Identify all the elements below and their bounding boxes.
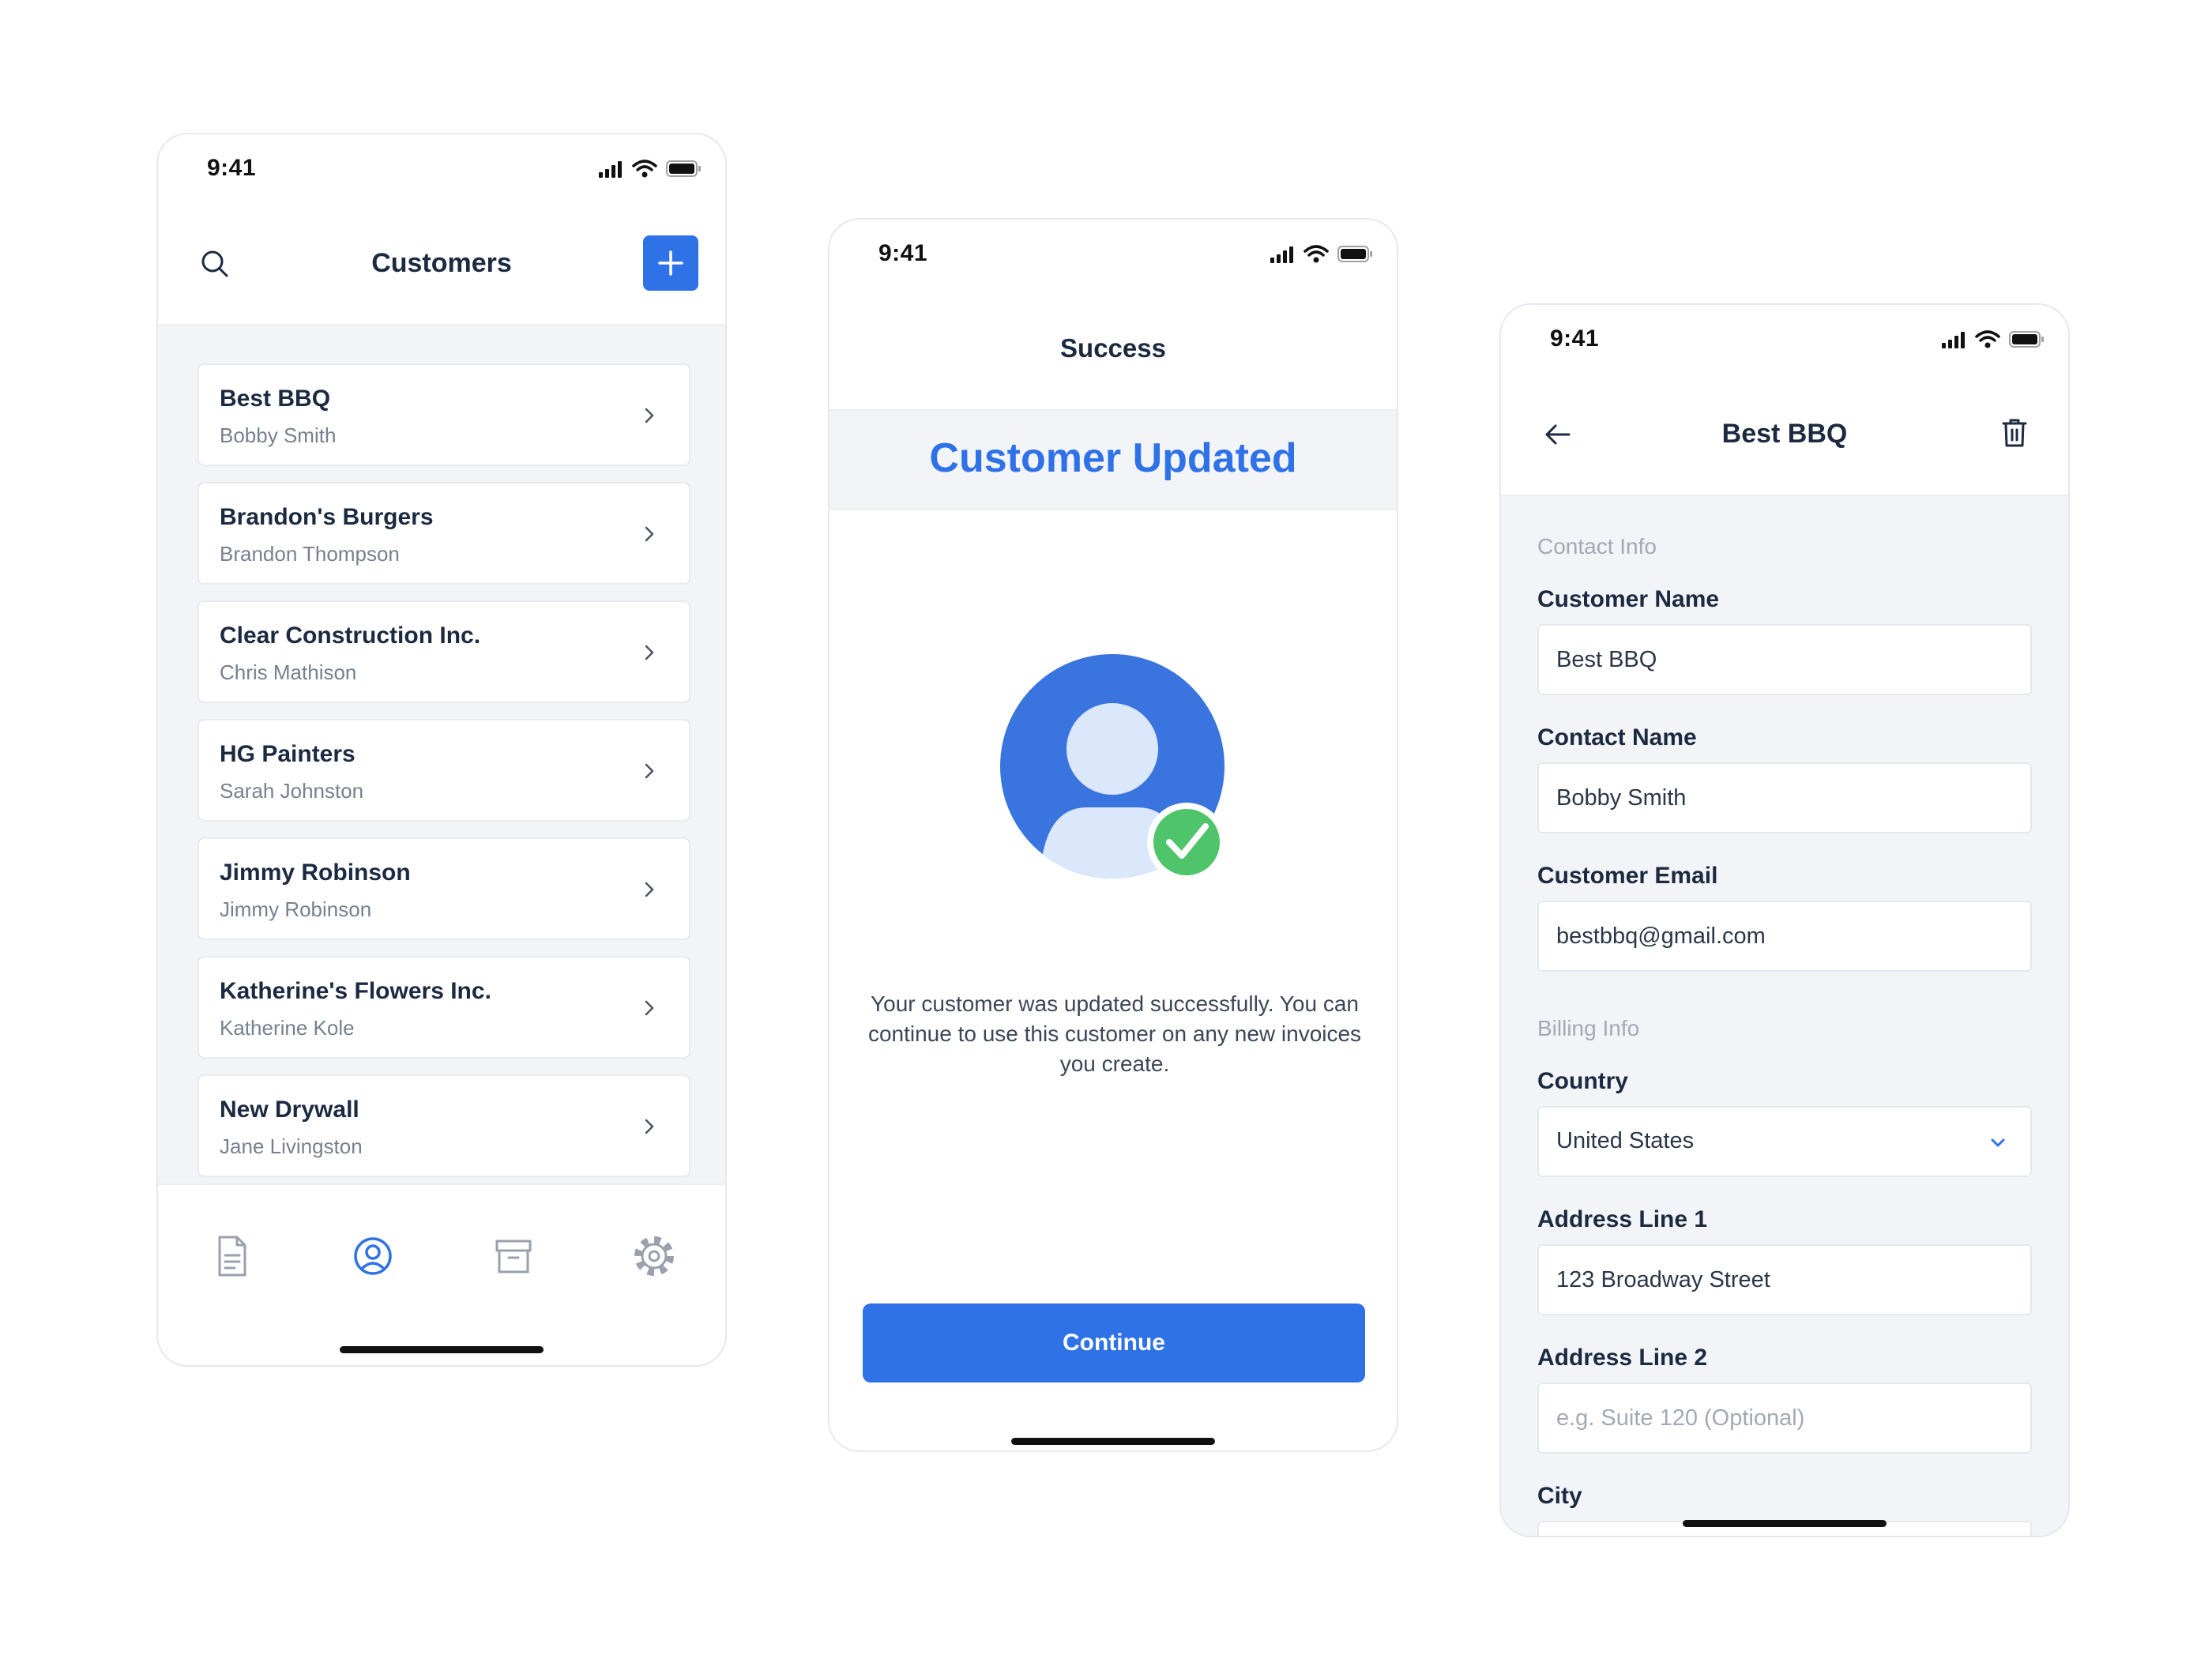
customer-contact: Jane Livingston <box>220 1134 363 1158</box>
page-title: Best BBQ <box>1721 419 1848 449</box>
status-icons <box>1942 330 2044 348</box>
page-title: Success <box>1060 333 1166 363</box>
customer-name-field[interactable] <box>1537 624 2032 695</box>
customer-contact: Chris Mathison <box>220 660 357 684</box>
customer-list: Best BBQ Bobby Smith Brandon's Burgers B… <box>198 363 690 1193</box>
address-line-1-field[interactable] <box>1537 1244 2032 1315</box>
customers-phone-screen: 9:41 Customers Best BBQ Bobby Smith Bran… <box>156 133 727 1367</box>
contact-name-label: Contact Name <box>1537 724 1697 750</box>
customer-list-item[interactable]: New Drywall Jane Livingston <box>198 1074 690 1177</box>
chevron-right-icon <box>645 763 654 779</box>
status-bar: 9:41 <box>830 220 1397 291</box>
banner-heading: Customer Updated <box>929 435 1297 481</box>
customer-list-item[interactable]: Katherine's Flowers Inc. Katherine Kole <box>198 956 690 1059</box>
page-title: Customers <box>371 248 512 278</box>
customer-name-label: Customer Name <box>1537 586 1720 612</box>
customer-name: HG Painters <box>220 741 356 767</box>
address-line-1-label: Address Line 1 <box>1537 1206 1708 1232</box>
status-bar: 9:41 <box>158 134 725 205</box>
contact-name-field[interactable] <box>1537 762 2032 833</box>
customer-contact: Bobby Smith <box>220 423 337 447</box>
country-selected-value: United States <box>1556 1128 1695 1153</box>
success-message: Your customer was updated successfully. … <box>867 991 1362 1076</box>
customer-contact: Brandon Thompson <box>220 542 400 566</box>
customer-contact: Katherine Kole <box>220 1016 355 1040</box>
home-indicator <box>1683 1520 1887 1527</box>
home-indicator <box>340 1346 544 1353</box>
chevron-right-icon <box>645 408 654 423</box>
customer-name: Katherine's Flowers Inc. <box>220 978 491 1004</box>
status-time: 9:41 <box>878 240 928 266</box>
success-body: Your customer was updated successfully. … <box>830 510 1397 1450</box>
country-label: Country <box>1537 1068 1628 1094</box>
city-label: City <box>1537 1483 1582 1509</box>
customer-name: Brandon's Burgers <box>220 504 434 530</box>
success-banner: Customer Updated <box>830 411 1397 510</box>
status-time: 9:41 <box>207 155 257 181</box>
customer-list-item[interactable]: Jimmy Robinson Jimmy Robinson <box>198 837 690 940</box>
chevron-right-icon <box>645 1000 654 1016</box>
status-icons <box>1270 245 1372 263</box>
status-time: 9:41 <box>1550 325 1600 352</box>
customer-email-label: Customer Email <box>1537 863 1718 889</box>
edit-header: 9:41 Best BBQ <box>1501 305 2068 496</box>
archive-icon[interactable] <box>488 1231 539 1281</box>
gear-icon[interactable] <box>629 1231 679 1281</box>
continue-button[interactable]: Continue <box>863 1304 1365 1382</box>
customers-header: 9:41 Customers <box>158 134 725 325</box>
customer-name: Best BBQ <box>220 386 331 412</box>
user-circle-icon[interactable] <box>348 1231 398 1281</box>
chevron-right-icon <box>645 882 654 897</box>
success-header: 9:41 Success <box>830 220 1397 411</box>
success-phone-screen: 9:41 Success Customer Updated Your custo… <box>828 218 1398 1452</box>
chevron-right-icon <box>645 1119 654 1134</box>
chevron-right-icon <box>645 526 654 542</box>
trash-icon[interactable] <box>1997 416 2032 450</box>
status-bar: 9:41 <box>1501 305 2068 376</box>
country-select[interactable]: United States <box>1537 1106 2032 1177</box>
chevron-down-icon <box>1991 1138 2005 1147</box>
customer-list-item[interactable]: Clear Construction Inc. Chris Mathison <box>198 600 690 703</box>
customer-contact: Jimmy Robinson <box>220 897 372 921</box>
customer-list-item[interactable]: Brandon's Burgers Brandon Thompson <box>198 482 690 585</box>
status-icons <box>599 160 701 178</box>
customer-name: Jimmy Robinson <box>220 860 411 886</box>
chevron-right-icon <box>645 645 654 660</box>
customer-email-field[interactable] <box>1537 901 2032 972</box>
customer-list-item[interactable]: Best BBQ Bobby Smith <box>198 363 690 466</box>
billing-info-section-label: Billing Info <box>1537 1016 1640 1040</box>
customer-contact: Sarah Johnston <box>220 779 364 803</box>
add-customer-button[interactable] <box>643 235 698 291</box>
user-avatar-icon <box>1000 654 1226 882</box>
edit-customer-phone-screen: 9:41 Best BBQ Contact Info Customer Name… <box>1499 303 2070 1537</box>
contact-info-section-label: Contact Info <box>1537 534 1657 559</box>
checkmark-circle-icon <box>1147 803 1226 882</box>
bottom-tab-bar <box>158 1183 725 1365</box>
customer-list-item[interactable]: HG Painters Sarah Johnston <box>198 719 690 822</box>
home-indicator <box>1011 1438 1215 1445</box>
plus-icon <box>658 250 683 276</box>
customer-name: New Drywall <box>220 1097 359 1123</box>
document-icon[interactable] <box>207 1231 258 1281</box>
address-line-2-label: Address Line 2 <box>1537 1345 1708 1371</box>
customer-name: Clear Construction Inc. <box>220 623 481 649</box>
address-line-2-field[interactable] <box>1537 1382 2032 1454</box>
